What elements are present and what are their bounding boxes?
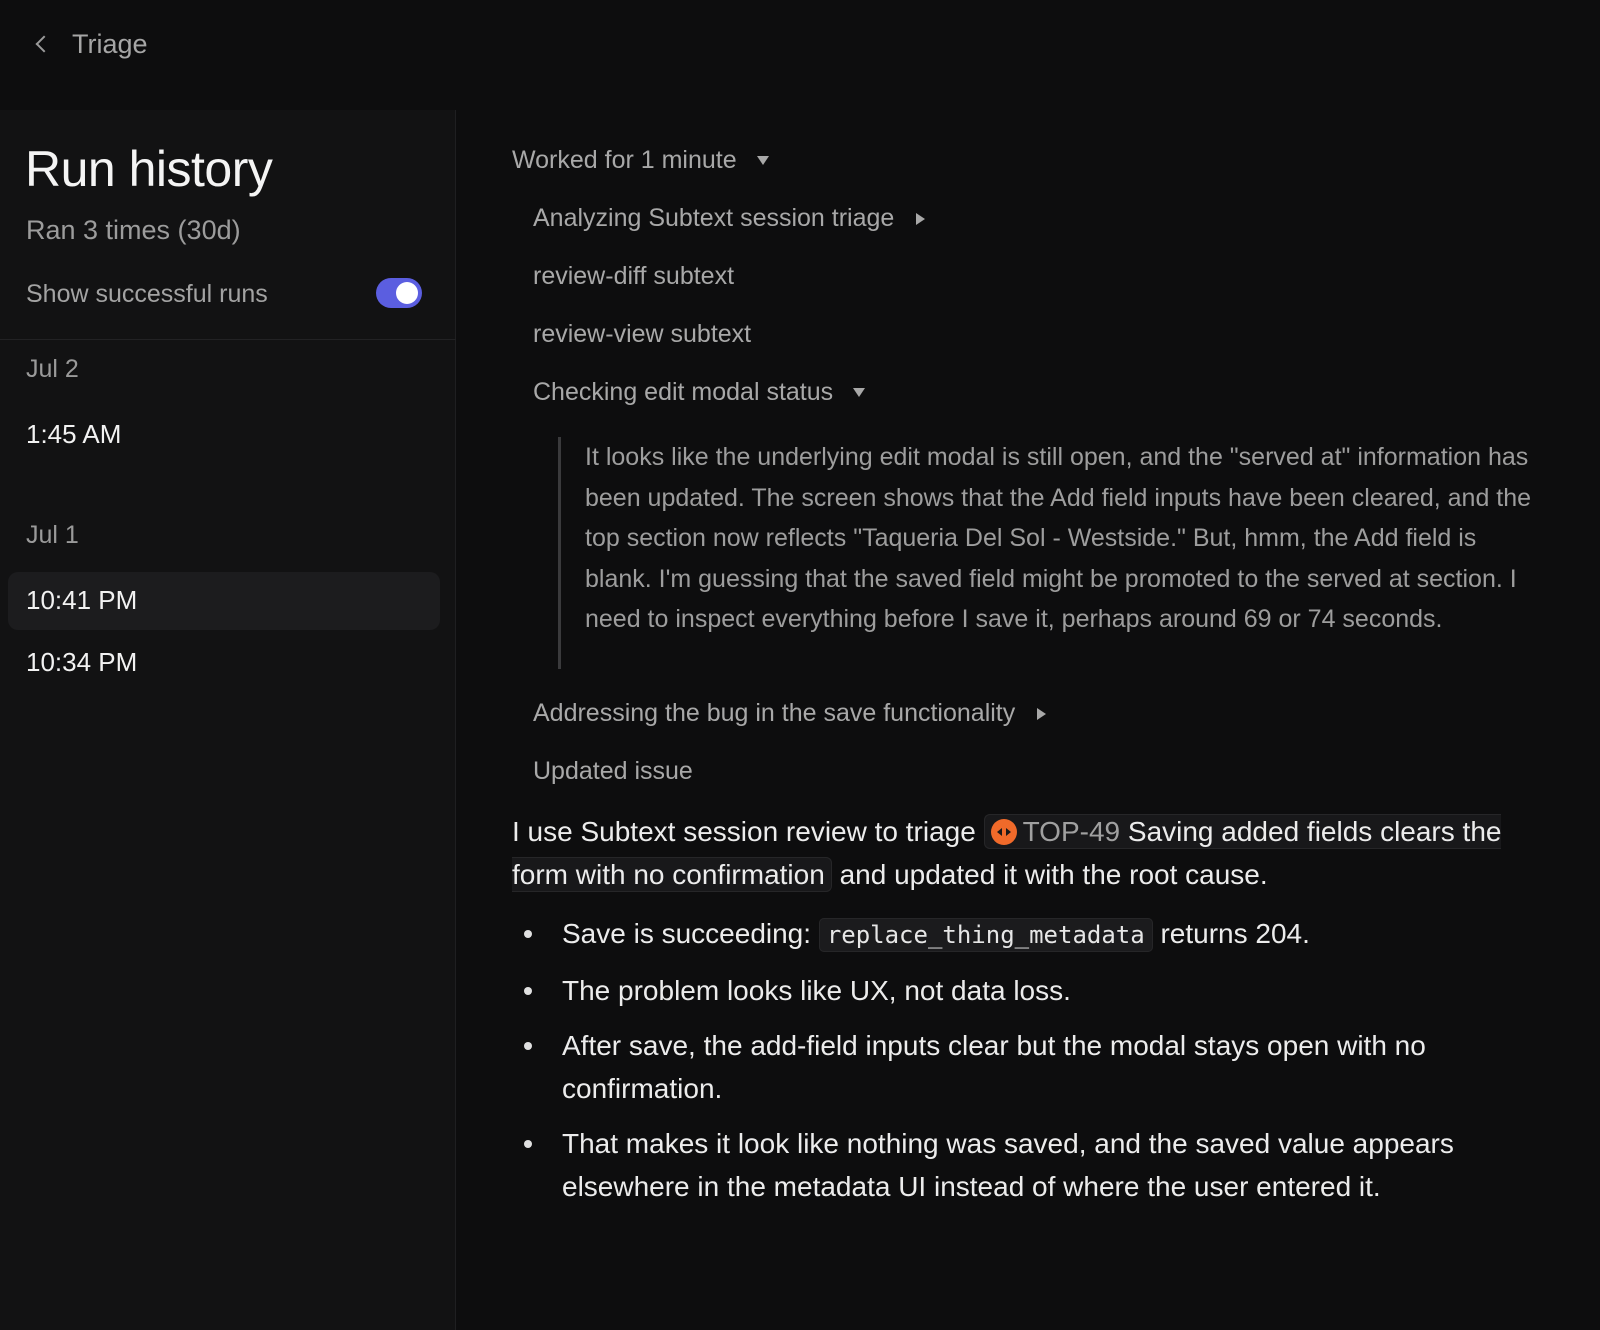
toggle-label: Show successful runs [26,280,268,308]
summary-paragraph: I use Subtext session review to triage T… [512,810,1552,896]
run-time: 10:41 PM [26,585,138,615]
step-label: Updated issue [533,757,693,785]
run-history-sidebar: Run history Ran 3 times (30d) Show succe… [0,110,456,1330]
back-button[interactable]: Triage [30,26,148,62]
back-label: Triage [72,28,148,59]
step-label: Addressing the bug in the save functiona… [533,699,1016,727]
chevron-left-icon [35,35,53,53]
run-item[interactable]: 1:45 AM [8,406,440,464]
step-checking-modal[interactable]: Checking edit modal status [533,378,866,407]
caret-down-icon [756,156,769,165]
step-addressing-bug[interactable]: Addressing the bug in the save functiona… [533,699,1047,728]
list-item: Save is succeeding: replace_thing_metada… [512,912,1562,957]
sidebar-subtitle: Ran 3 times (30d) [26,215,241,245]
findings-list: Save is succeeding: replace_thing_metada… [512,912,1562,1220]
step-label: Analyzing Subtext session triage [533,204,895,232]
bullet-text: Save is succeeding: [562,918,819,949]
run-item[interactable]: 10:34 PM [8,634,440,692]
step-label: review-diff subtext [533,262,735,290]
worked-duration: Worked for 1 minute [512,146,737,174]
step-review-diff: review-diff subtext [533,262,734,291]
issue-id: TOP-49 [1022,816,1121,847]
run-item-selected[interactable]: 10:41 PM [8,572,440,630]
worked-duration-toggle[interactable]: Worked for 1 minute [512,146,769,175]
step-updated-issue: Updated issue [533,757,693,786]
code-snippet: replace_thing_metadata [818,918,1153,952]
list-item: That makes it look like nothing was save… [512,1122,1562,1208]
run-detail: Worked for 1 minute Analyzing Subtext se… [456,90,1600,1330]
toggle-knob [396,282,418,304]
show-successful-runs-row: Show successful runs [0,270,456,330]
top-bar: Triage [0,0,1600,90]
thought-text: It looks like the underlying edit modal … [585,443,1532,633]
caret-down-icon [853,388,866,397]
issue-icon [990,819,1017,845]
caret-right-icon [1037,707,1047,720]
sidebar-title: Run history [25,141,273,197]
list-item: The problem looks like UX, not data loss… [512,969,1562,1012]
run-time: 1:45 AM [26,419,122,449]
step-review-view: review-view subtext [533,320,751,349]
date-header: Jul 1 [26,521,79,549]
list-item: After save, the add-field inputs clear b… [512,1024,1562,1110]
bullet-text: returns 204. [1152,918,1310,949]
caret-right-icon [916,212,926,225]
show-successful-runs-toggle[interactable] [376,278,422,308]
step-label: review-view subtext [533,320,752,348]
summary-suffix: and updated it with the root cause. [831,859,1268,890]
date-header: Jul 2 [26,355,79,383]
sidebar-divider [0,339,456,340]
thought-blockquote: It looks like the underlying edit modal … [558,437,1558,669]
step-analyzing[interactable]: Analyzing Subtext session triage [533,204,926,233]
step-label: Checking edit modal status [533,378,834,406]
summary-prefix: I use Subtext session review to triage [512,816,984,847]
run-time: 10:34 PM [26,647,138,677]
